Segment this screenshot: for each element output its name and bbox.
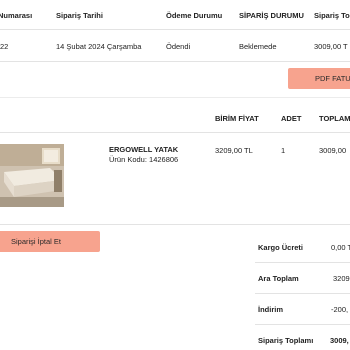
shipping-fee-value: 0,00 T: [331, 243, 350, 252]
divider: [255, 293, 350, 294]
divider: [0, 61, 350, 62]
order-status-header: SİPARİŞ DURUMU: [239, 11, 304, 20]
order-total-value: 3009,: [330, 336, 349, 345]
discount-label: İndirim: [258, 305, 284, 314]
total-header: TOPLAM: [319, 114, 350, 123]
order-status: Beklemede: [239, 42, 277, 51]
payment-status: Ödendi: [166, 42, 191, 51]
payment-status-header: Ödeme Durumu: [166, 11, 223, 20]
order-total-header: Sipariş Top: [314, 11, 350, 20]
cancel-order-label: Siparişi İptal Et: [11, 237, 62, 246]
subtotal-value: 3209,: [333, 274, 350, 283]
unit-price: 3209,00 TL: [215, 146, 253, 155]
divider: [0, 97, 350, 98]
divider: [0, 29, 350, 30]
order-total-label: Sipariş Toplamı: [258, 336, 314, 345]
pdf-invoice-label: PDF FATUR: [315, 74, 350, 83]
order-date-header: Sipariş Tarihi: [56, 11, 103, 20]
subtotal-label: Ara Toplam: [258, 274, 299, 283]
divider: [255, 324, 350, 325]
product-code: Ürün Kodu: 1426806: [109, 155, 179, 164]
order-date: 14 Şubat 2024 Çarşamba: [56, 42, 142, 51]
order-number: 22: [0, 42, 9, 51]
order-total: 3009,00 T: [314, 42, 348, 51]
divider: [0, 132, 350, 133]
product-image[interactable]: [0, 144, 64, 207]
line-total: 3009,00: [319, 146, 347, 155]
pdf-invoice-button[interactable]: PDF FATUR: [288, 68, 350, 89]
order-number-header: Numarası: [0, 11, 33, 20]
product-name[interactable]: ERGOWELL YATAK: [109, 145, 178, 154]
cancel-order-button[interactable]: Siparişi İptal Et: [0, 231, 100, 252]
divider: [255, 262, 350, 263]
divider: [0, 224, 350, 225]
unit-price-header: BİRİM FİYAT: [215, 114, 259, 123]
quantity: 1: [281, 146, 286, 155]
discount-value: -200,: [331, 305, 349, 314]
mattress-illustration: [0, 144, 64, 207]
quantity-header: ADET: [281, 114, 302, 123]
shipping-fee-label: Kargo Ücreti: [258, 243, 304, 252]
